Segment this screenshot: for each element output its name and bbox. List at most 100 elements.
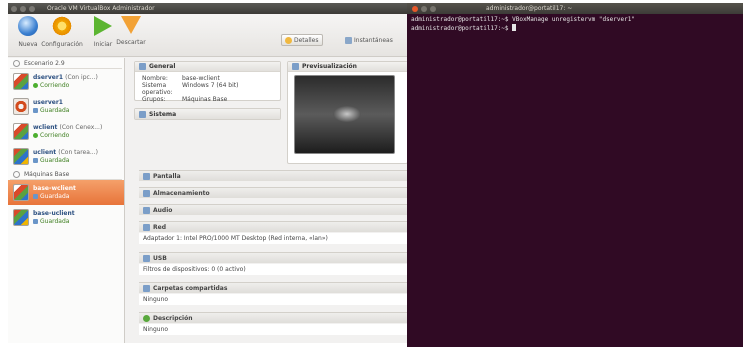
section-title: Descripción — [153, 314, 193, 322]
vm-name: wclient (Con Cenex...) — [33, 124, 102, 132]
descartar-button[interactable]: Descartar — [113, 16, 149, 46]
preview-icon — [292, 63, 299, 70]
instantaneas-button[interactable]: Instantáneas — [342, 34, 396, 46]
maximize-window-icon[interactable] — [430, 5, 436, 12]
snapshot-icon — [345, 36, 352, 44]
carpetas-row: Ninguno — [139, 294, 408, 305]
vm-name: base-wclient — [33, 185, 76, 193]
group-name: Máquinas Base — [24, 170, 70, 178]
vm-name-text: userver1 — [33, 98, 63, 106]
shared-folder-icon — [143, 284, 150, 292]
close-window-icon[interactable] — [11, 5, 17, 12]
general-title: General — [149, 63, 176, 70]
row-text: Ninguno — [143, 326, 169, 333]
section-title: Audio — [153, 206, 173, 214]
preview-header[interactable]: Previsualización — [288, 62, 407, 72]
vm-item-base-uclient[interactable]: base-uclient Guardada — [8, 205, 124, 230]
system-icon — [139, 110, 146, 118]
vm-item-dserver1[interactable]: dserver1 (Con ipc...) Corriendo — [8, 69, 124, 94]
group-header-escenario[interactable]: Escenario 2.9 — [10, 58, 122, 69]
vbox-toolbar: Nueva Configuración Iniciar Descartar De… — [8, 14, 408, 57]
maximize-window-icon[interactable] — [29, 5, 35, 12]
row-text: Adaptador 1: Intel PRO/1000 MT Desktop (… — [143, 235, 328, 242]
display-icon — [143, 172, 150, 180]
discard-arrow-icon — [121, 16, 141, 34]
storage-icon — [143, 189, 150, 197]
vm-state: Corriendo — [33, 132, 102, 140]
vm-name-text: wclient — [33, 123, 58, 131]
windows-os-icon — [13, 73, 29, 90]
vm-name-extra: (Con ipc...) — [65, 73, 98, 81]
network-icon — [143, 223, 150, 231]
vm-item-wclient[interactable]: wclient (Con Cenex...) Corriendo — [8, 119, 124, 144]
gear-icon — [52, 16, 72, 36]
windows-os-icon — [13, 184, 29, 201]
descripcion-row: Ninguno — [139, 324, 408, 335]
section-pantalla[interactable]: Pantalla — [139, 170, 408, 181]
section-title: USB — [153, 254, 167, 262]
terminal-body[interactable]: administrador@portatil17:~$ VBoxManage u… — [407, 14, 743, 35]
group-header-maquinas-base[interactable]: Máquinas Base — [10, 169, 122, 180]
vm-state-text: Guardada — [40, 156, 70, 164]
terminal-prompt: administrador@portatil17:~$ — [411, 25, 513, 32]
group-collapse-icon[interactable] — [13, 170, 20, 178]
minimize-window-icon[interactable] — [20, 5, 26, 12]
vm-state-text: Corriendo — [40, 131, 70, 139]
preview-card: Previsualización — [287, 61, 408, 164]
vm-state: Corriendo — [33, 82, 98, 90]
vm-item-base-wclient[interactable]: base-wclient Guardada — [8, 180, 124, 205]
saved-icon — [33, 219, 38, 224]
sistema-title: Sistema — [149, 110, 177, 118]
vm-state: Guardada — [33, 193, 76, 201]
group-name: Escenario 2.9 — [24, 59, 65, 67]
section-red[interactable]: Red — [139, 221, 408, 232]
general-header[interactable]: General — [135, 62, 280, 72]
vm-name-text: base-wclient — [33, 184, 76, 192]
details-icon — [285, 36, 292, 44]
vm-state: Guardada — [33, 157, 98, 165]
vm-item-userver1[interactable]: userver1 Guardada — [8, 94, 124, 119]
configuracion-button[interactable]: Configuración — [41, 16, 83, 48]
vm-item-uclient[interactable]: uclient (Con tarea...) Guardada — [8, 144, 124, 169]
red-adapter-row: Adaptador 1: Intel PRO/1000 MT Desktop (… — [139, 233, 408, 244]
audio-icon — [143, 206, 150, 214]
terminal-window: administrador@portatil17: ~ administrado… — [407, 3, 743, 347]
row-text: Filtros de dispositivos: 0 (0 activo) — [143, 266, 246, 273]
description-icon — [143, 314, 150, 322]
section-descripcion[interactable]: Descripción — [139, 312, 408, 323]
preview-title: Previsualización — [302, 63, 357, 70]
details-panel: General Nombre: base-wclient Sistema oper… — [128, 58, 408, 343]
usb-filter-row: Filtros de dispositivos: 0 (0 activo) — [139, 264, 408, 275]
vm-name-text: base-uclient — [33, 209, 75, 217]
terminal-title: administrador@portatil17: ~ — [486, 5, 573, 12]
section-usb[interactable]: USB — [139, 252, 408, 263]
vbox-title: Oracle VM VirtualBox Administrador — [47, 5, 155, 12]
close-window-icon[interactable] — [412, 5, 418, 12]
section-title: Red — [153, 223, 166, 231]
vm-state: Guardada — [33, 107, 69, 115]
kv-value: Windows 7 (64 bit) — [182, 82, 239, 89]
usb-icon — [143, 254, 150, 262]
general-icon — [139, 63, 146, 70]
vm-name-extra: (Con Cenex...) — [59, 123, 103, 131]
vm-name: base-uclient — [33, 210, 75, 218]
descartar-label: Descartar — [116, 39, 146, 46]
section-almacenamiento[interactable]: Almacenamiento — [139, 187, 408, 198]
kv-key: Grupos: — [142, 96, 166, 103]
instantaneas-label: Instantáneas — [354, 36, 393, 44]
windows-os-icon — [13, 123, 29, 140]
start-arrow-icon — [94, 16, 112, 36]
minimize-window-icon[interactable] — [421, 5, 427, 12]
ubuntu-os-icon — [13, 98, 29, 115]
detalles-button[interactable]: Detalles — [281, 34, 323, 46]
section-title: Carpetas compartidas — [153, 284, 228, 292]
section-audio[interactable]: Audio — [139, 204, 408, 215]
windows-boot-logo — [333, 106, 361, 122]
section-title: Almacenamiento — [153, 189, 210, 197]
group-collapse-icon[interactable] — [13, 59, 20, 67]
sistema-header[interactable]: Sistema — [135, 109, 280, 119]
saved-icon — [33, 194, 38, 199]
vm-name: userver1 — [33, 99, 69, 107]
terminal-prompt-line: administrador@portatil17:~$ — [411, 24, 739, 33]
section-carpetas[interactable]: Carpetas compartidas — [139, 282, 408, 293]
